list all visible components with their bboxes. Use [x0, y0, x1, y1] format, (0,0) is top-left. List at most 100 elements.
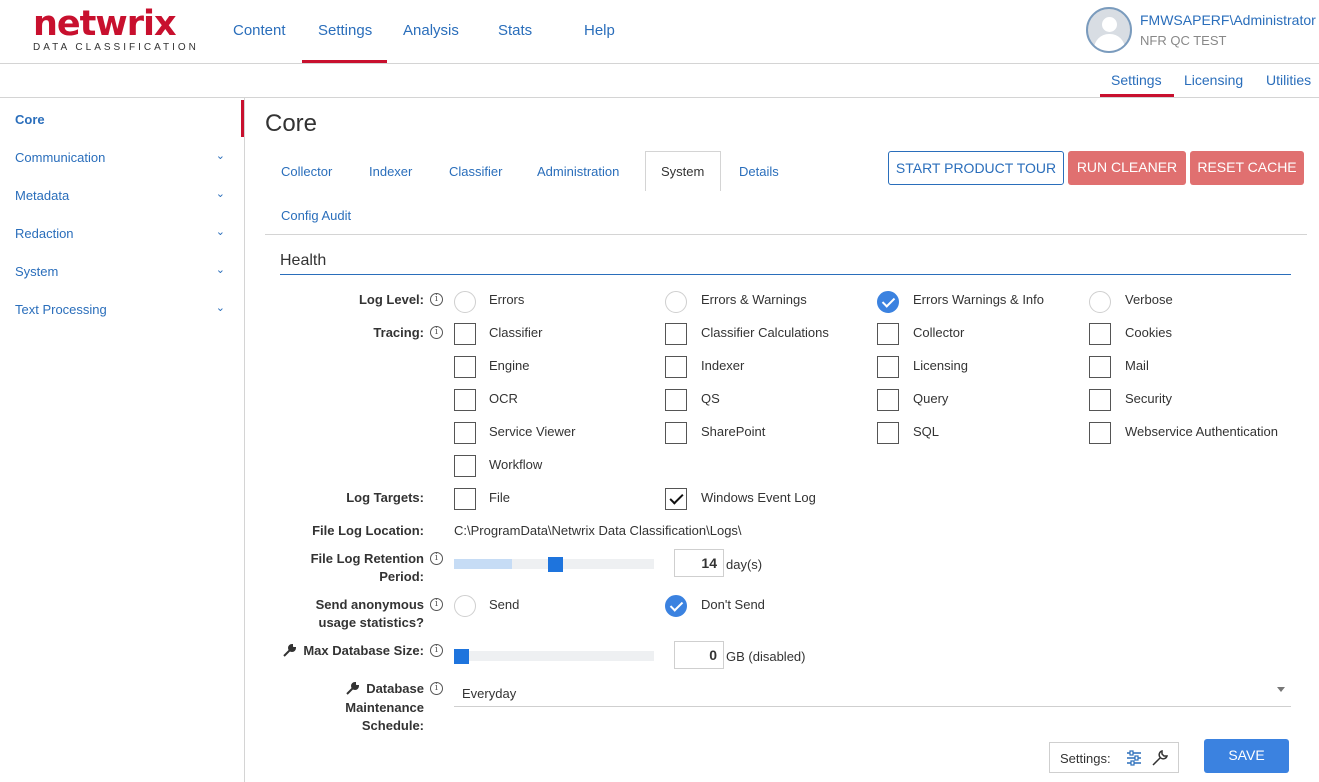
sidebar: Core Communication ⌄ Metadata ⌄ Redaction ⌄…	[0, 98, 245, 782]
sliders-icon[interactable]	[1125, 749, 1143, 767]
option-label: Errors & Warnings	[701, 292, 807, 307]
checkbox-trace-engine[interactable]	[454, 356, 476, 378]
checkbox-trace-classifier[interactable]	[454, 323, 476, 345]
chevron-down-icon: ⌄	[215, 150, 225, 162]
checkbox-trace-cookies[interactable]	[1089, 323, 1111, 345]
sidebar-item-core[interactable]: Core	[15, 112, 230, 127]
nav-analysis[interactable]: Analysis	[403, 22, 459, 39]
sidebar-item-communication[interactable]: Communication ⌄	[15, 150, 230, 165]
retention-label-line2: Period:	[379, 569, 424, 584]
tab-indexer[interactable]: Indexer	[369, 164, 412, 179]
subnav-licensing[interactable]: Licensing	[1184, 72, 1243, 88]
checkbox-trace-qs[interactable]	[665, 389, 687, 411]
nav-stats[interactable]: Stats	[498, 22, 532, 39]
user-name[interactable]: FMWSAPERF\Administrator	[1140, 12, 1316, 28]
checkbox-trace-service-viewer[interactable]	[454, 422, 476, 444]
chevron-down-icon: ⌄	[215, 302, 225, 314]
checkbox-trace-mail[interactable]	[1089, 356, 1111, 378]
option-label: Classifier	[489, 325, 543, 340]
sidebar-item-label: System	[15, 264, 59, 279]
tab-details[interactable]: Details	[739, 164, 779, 179]
option-label: Send	[489, 597, 520, 612]
checkbox-trace-security[interactable]	[1089, 389, 1111, 411]
settings-tools-box: Settings:	[1049, 742, 1179, 773]
tab-collector[interactable]: Collector	[281, 164, 332, 179]
info-icon[interactable]: i	[430, 682, 443, 695]
reset-cache-button[interactable]: RESET CACHE	[1190, 151, 1304, 185]
checkbox-trace-query[interactable]	[877, 389, 899, 411]
sidebar-item-label: Communication	[15, 150, 106, 165]
sidebar-item-text-processing[interactable]: Text Processing ⌄	[15, 302, 230, 317]
option-label: Licensing	[913, 358, 968, 373]
nav-content[interactable]: Content	[233, 22, 286, 39]
tab-system[interactable]: System	[661, 164, 704, 179]
max-db-size-slider[interactable]	[454, 649, 654, 664]
radio-log-errors[interactable]	[454, 291, 476, 313]
info-icon[interactable]: i	[430, 326, 443, 339]
subnav-settings[interactable]: Settings	[1111, 72, 1162, 88]
checkbox-trace-ocr[interactable]	[454, 389, 476, 411]
option-label: Workflow	[489, 457, 543, 472]
checkbox-trace-classifier-calculations[interactable]	[665, 323, 687, 345]
chevron-down-icon: ⌄	[215, 264, 225, 276]
radio-log-errors-warnings-info[interactable]	[877, 291, 899, 313]
checkbox-trace-sharepoint[interactable]	[665, 422, 687, 444]
start-product-tour-button[interactable]: START PRODUCT TOUR	[888, 151, 1064, 185]
checkbox-trace-webservice-authentication[interactable]	[1089, 422, 1111, 444]
radio-dont-send-stats[interactable]	[665, 595, 687, 617]
sidebar-item-label: Metadata	[15, 188, 70, 203]
sidebar-item-system[interactable]: System ⌄	[15, 264, 230, 279]
wrench-icon[interactable]	[1151, 749, 1169, 767]
option-label: Engine	[489, 358, 530, 373]
retention-days-input[interactable]: 14	[674, 549, 724, 577]
sidebar-item-redaction[interactable]: Redaction ⌄	[15, 226, 230, 241]
retention-label-line1: File Log Retention	[310, 551, 424, 566]
checkbox-trace-collector[interactable]	[877, 323, 899, 345]
save-button[interactable]: SAVE	[1204, 739, 1289, 773]
checkbox-trace-workflow[interactable]	[454, 455, 476, 477]
max-db-size-input[interactable]: 0	[674, 641, 724, 669]
tab-administration[interactable]: Administration	[537, 164, 619, 179]
nav-settings[interactable]: Settings	[318, 22, 372, 39]
checkbox-target-windows-event-log[interactable]	[665, 488, 687, 510]
brand-logo[interactable]: netwrix	[33, 4, 177, 44]
checkbox-trace-licensing[interactable]	[877, 356, 899, 378]
radio-log-errors-warnings[interactable]	[665, 291, 687, 313]
avatar[interactable]	[1086, 7, 1132, 53]
retention-slider[interactable]	[454, 557, 654, 572]
option-label: Indexer	[701, 358, 745, 373]
subnav-active-indicator	[1100, 94, 1174, 97]
section-title-health: Health	[280, 252, 327, 269]
tab-config-audit[interactable]: Config Audit	[281, 208, 351, 223]
anonymous-stats-label-line2: usage statistics?	[318, 615, 425, 630]
subnav-utilities[interactable]: Utilities	[1266, 72, 1311, 88]
run-cleaner-button[interactable]: RUN CLEANER	[1068, 151, 1186, 185]
checkbox-trace-sql[interactable]	[877, 422, 899, 444]
option-label: Errors	[489, 292, 525, 307]
sidebar-active-indicator	[241, 100, 244, 137]
sidebar-item-label: Core	[15, 112, 45, 127]
sidebar-item-label: Text Processing	[15, 302, 107, 317]
info-icon[interactable]: i	[430, 293, 443, 306]
schedule-label-line3: Schedule:	[361, 718, 424, 733]
tracing-label: Tracing:	[373, 325, 424, 340]
schedule-select[interactable]: Everyday	[454, 680, 1291, 707]
slider-handle[interactable]	[548, 557, 563, 572]
info-icon[interactable]: i	[430, 644, 443, 657]
sub-navigation: Settings Licensing Utilities	[0, 64, 1319, 98]
sidebar-item-metadata[interactable]: Metadata ⌄	[15, 188, 230, 203]
option-label: Windows Event Log	[701, 490, 816, 505]
retention-unit: day(s)	[726, 557, 763, 572]
radio-log-verbose[interactable]	[1089, 291, 1111, 313]
checkbox-trace-indexer[interactable]	[665, 356, 687, 378]
slider-handle[interactable]	[454, 649, 469, 664]
tab-classifier[interactable]: Classifier	[449, 164, 502, 179]
option-label: Don't Send	[701, 597, 765, 612]
avatar-body-shape	[1094, 34, 1125, 51]
checkbox-target-file[interactable]	[454, 488, 476, 510]
info-icon[interactable]: i	[430, 598, 443, 611]
sidebar-item-label: Redaction	[15, 226, 74, 241]
info-icon[interactable]: i	[430, 552, 443, 565]
radio-send-stats[interactable]	[454, 595, 476, 617]
nav-help[interactable]: Help	[584, 22, 615, 39]
